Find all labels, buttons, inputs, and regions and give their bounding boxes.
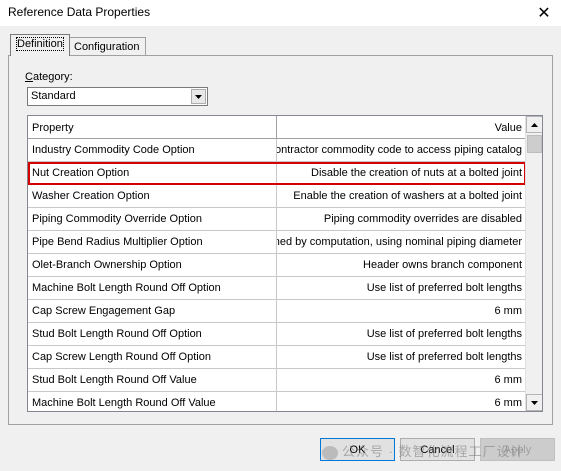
scroll-down-icon[interactable] (526, 394, 542, 411)
value-cell[interactable]: Enable the creation of washers at a bolt… (277, 185, 526, 207)
property-cell: Washer Creation Option (28, 185, 277, 207)
table-row[interactable]: Nut Creation Option Disable the creation… (28, 162, 526, 185)
column-header-value[interactable]: Value (495, 122, 522, 134)
value-text: Use list of preferred bolt lengths (366, 351, 522, 363)
value-cell[interactable]: 6 mm (277, 392, 526, 411)
value-cell[interactable]: Use list of preferred bolt lengths (277, 323, 526, 345)
close-icon[interactable]: ✕ (533, 2, 555, 24)
value-text: Use list of preferred bolt lengths (366, 282, 522, 294)
column-divider[interactable] (276, 116, 277, 139)
property-cell: Cap Screw Engagement Gap (28, 300, 277, 322)
value-text: Enable the creation of washers at a bolt… (293, 190, 522, 202)
scroll-up-icon[interactable] (526, 116, 542, 133)
property-cell: Piping Commodity Override Option (28, 208, 277, 230)
category-label: Category: (25, 71, 73, 83)
window-title: Reference Data Properties (8, 5, 151, 19)
value-text: 6 mm (494, 397, 523, 409)
table-row[interactable]: Piping Commodity Override Option Piping … (28, 208, 526, 231)
value-cell[interactable]: Use contractor commodity code to access … (277, 139, 526, 161)
value-cell[interactable]: Disable the creation of nuts at a bolted… (277, 162, 526, 184)
table-row[interactable]: Washer Creation Option Enable the creati… (28, 185, 526, 208)
chevron-down-icon[interactable] (191, 89, 206, 104)
property-grid: Property Value Industry Commodity Code O… (27, 115, 543, 412)
value-text: 6 mm (494, 374, 523, 386)
table-row[interactable]: Cap Screw Length Round Off Option Use li… (28, 346, 526, 369)
table-row[interactable]: Stud Bolt Length Round Off Value 6 mm (28, 369, 526, 392)
value-cell[interactable]: 6 mm (277, 369, 526, 391)
property-cell: Cap Screw Length Round Off Option (28, 346, 277, 368)
dialog-client-area: Definition Configuration Category: Stand… (0, 26, 561, 471)
property-cell: Pipe Bend Radius Multiplier Option (28, 231, 277, 253)
value-text: Piping commodity overrides are disabled (323, 213, 522, 225)
table-row[interactable]: Cap Screw Engagement Gap 6 mm (28, 300, 526, 323)
category-dropdown-value: Standard (31, 90, 76, 102)
property-cell: Machine Bolt Length Round Off Option (28, 277, 277, 299)
grid-header: Property Value (28, 116, 526, 139)
watermark: 公众号 · 数智化流程工厂设计 (322, 441, 525, 460)
value-cell[interactable]: Header owns branch component (277, 254, 526, 276)
property-cell: Olet-Branch Ownership Option (28, 254, 277, 276)
value-text: 6 mm (494, 305, 523, 317)
value-cell[interactable]: Piping commodity overrides are disabled (277, 208, 526, 230)
tab-configuration[interactable]: Configuration (67, 37, 147, 56)
tab-definition-label: Definition (16, 37, 64, 51)
tab-definition[interactable]: Definition (10, 34, 70, 56)
category-label-accel: C (25, 71, 33, 83)
value-text: Header owns branch component (363, 259, 522, 271)
value-text: Use contractor commodity code to access … (277, 144, 522, 156)
property-cell: Industry Commodity Code Option (28, 139, 277, 161)
value-cell[interactable]: Bend radius determined by computation, u… (277, 231, 526, 253)
category-label-rest: ategory: (32, 71, 73, 83)
title-bar: Reference Data Properties ✕ (0, 0, 561, 26)
value-cell[interactable]: 6 mm (277, 300, 526, 322)
column-header-property[interactable]: Property (32, 122, 74, 134)
value-text: Disable the creation of nuts at a bolted… (311, 167, 522, 179)
watermark-text: 公众号 · 数智化流程工厂设计 (342, 444, 525, 459)
value-text: Use list of preferred bolt lengths (366, 328, 522, 340)
scrollbar-thumb[interactable] (527, 135, 542, 153)
property-cell: Nut Creation Option (28, 162, 277, 184)
table-row[interactable]: Industry Commodity Code Option Use contr… (28, 139, 526, 162)
table-row[interactable]: Machine Bolt Length Round Off Value 6 mm (28, 392, 526, 411)
property-cell: Stud Bolt Length Round Off Option (28, 323, 277, 345)
tab-configuration-label: Configuration (74, 41, 140, 53)
category-dropdown[interactable]: Standard (27, 87, 208, 106)
table-row[interactable]: Olet-Branch Ownership Option Header owns… (28, 254, 526, 277)
table-row[interactable]: Stud Bolt Length Round Off Option Use li… (28, 323, 526, 346)
definition-panel: Category: Standard Property Value Indust… (8, 55, 553, 425)
property-cell: Machine Bolt Length Round Off Value (28, 392, 277, 411)
table-row[interactable]: Machine Bolt Length Round Off Option Use… (28, 277, 526, 300)
property-cell: Stud Bolt Length Round Off Value (28, 369, 277, 391)
value-cell[interactable]: Use list of preferred bolt lengths (277, 277, 526, 299)
table-row[interactable]: Pipe Bend Radius Multiplier Option Bend … (28, 231, 526, 254)
value-cell[interactable]: Use list of preferred bolt lengths (277, 346, 526, 368)
value-text: Bend radius determined by computation, u… (277, 236, 522, 248)
vertical-scrollbar[interactable] (525, 116, 542, 411)
wechat-icon (322, 445, 338, 460)
